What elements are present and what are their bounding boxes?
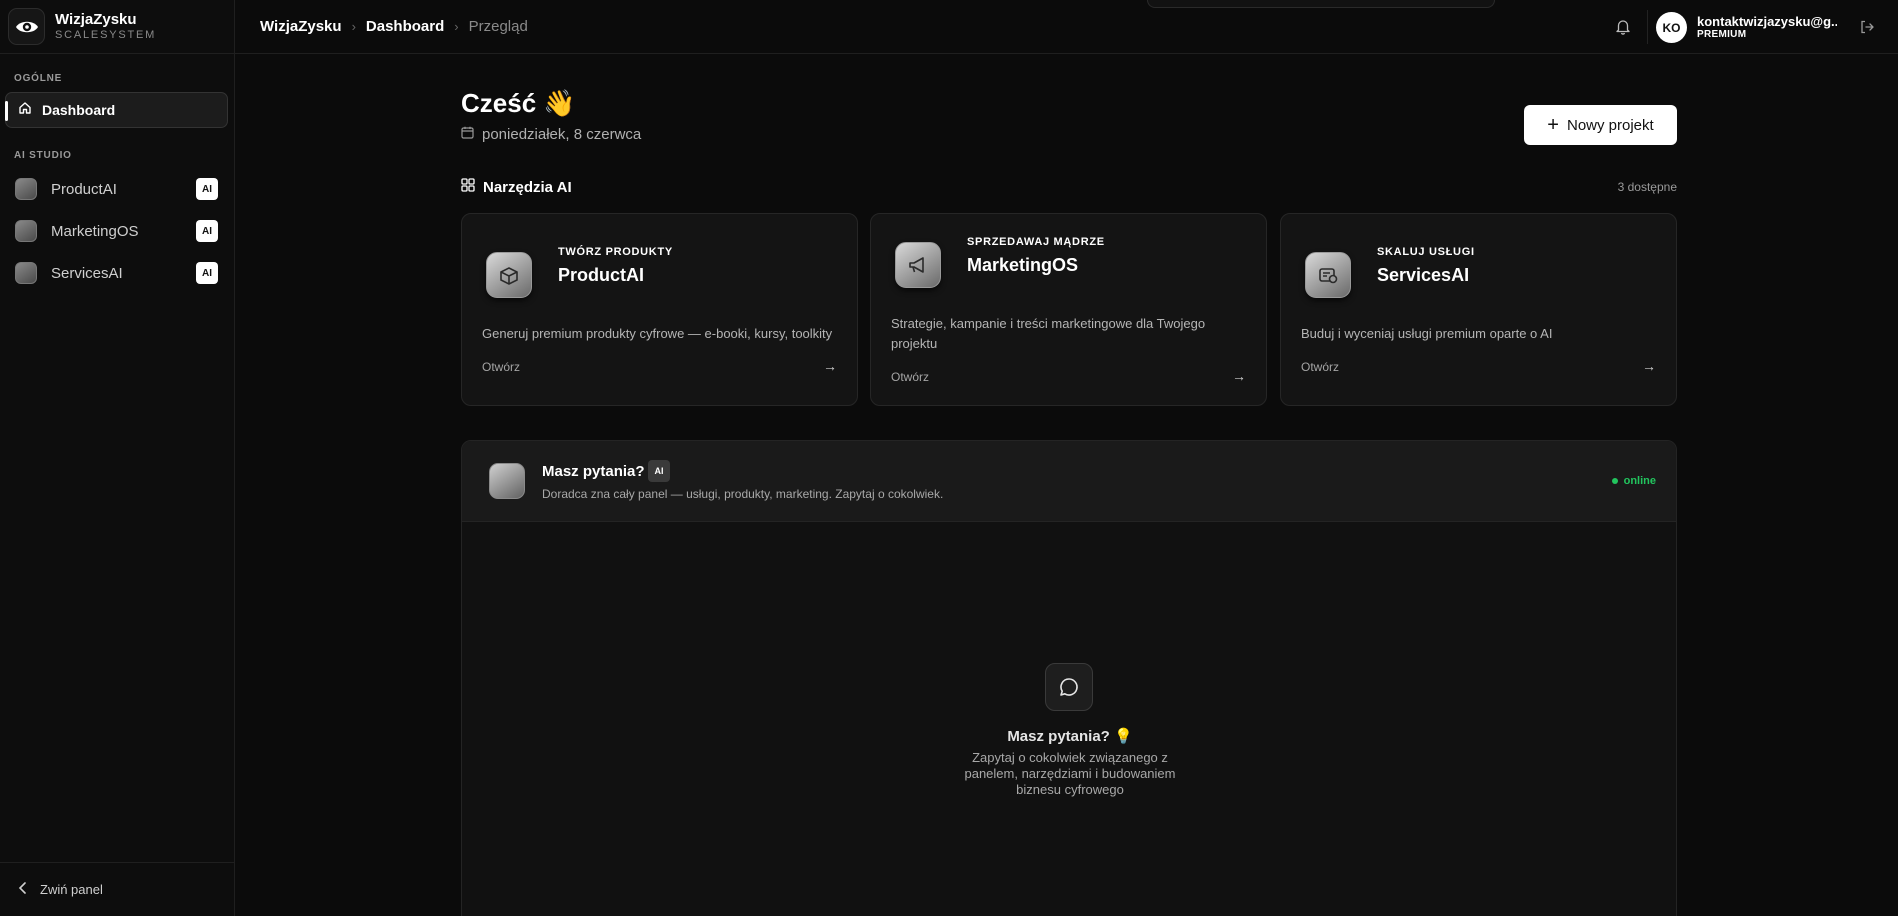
user-plan-badge: PREMIUM xyxy=(1697,29,1747,40)
divider xyxy=(1647,10,1648,44)
new-project-button[interactable]: + Nowy projekt xyxy=(1524,105,1677,145)
assistant-robot-icon xyxy=(489,463,525,499)
chat-header: Masz pytania? AI Doradca zna cały panel … xyxy=(462,441,1676,522)
grid-icon xyxy=(461,178,475,197)
card-open-link[interactable]: Otwórz xyxy=(1301,360,1339,374)
date-row: poniedziałek, 8 czerwca xyxy=(461,126,641,143)
breadcrumb-item-dashboard[interactable]: Dashboard xyxy=(366,18,444,35)
sidebar: WizjaZysku SCALESYSTEM OGÓLNE Dashboard … xyxy=(0,0,235,916)
sidebar-item-marketingos[interactable]: MarketingOS AI xyxy=(15,216,218,246)
product-box-icon xyxy=(486,252,532,298)
breadcrumb: WizjaZysku › Dashboard › Przegląd xyxy=(260,18,528,35)
bell-icon[interactable] xyxy=(1615,18,1631,40)
topbar: WizjaZysku › Dashboard › Przegląd KO kon… xyxy=(235,0,1898,54)
chat-subtitle: Doradca zna cały panel — usługi, produkt… xyxy=(542,487,944,501)
arrow-right-icon[interactable]: → xyxy=(823,358,837,374)
sidebar-item-label: Dashboard xyxy=(42,102,116,118)
current-date: poniedziałek, 8 czerwca xyxy=(482,126,642,143)
tool-card-servicesai[interactable]: SKALUJ USŁUGI ServicesAI Buduj i wycenia… xyxy=(1280,213,1677,406)
calendar-icon xyxy=(461,126,474,143)
tools-count: 3 dostępne xyxy=(1617,180,1677,194)
card-kicker: SKALUJ USŁUGI xyxy=(1377,246,1475,258)
assistant-chat-panel: Masz pytania? AI Doradca zna cały panel … xyxy=(461,440,1677,916)
sidebar-item-servicesai[interactable]: ServicesAI AI xyxy=(15,258,218,288)
empty-state-description: Zapytaj o cokolwiek związanego z panelem… xyxy=(964,750,1176,797)
page-title: Cześć 👋 xyxy=(461,88,576,118)
sidebar-item-label: ServicesAI xyxy=(51,264,123,282)
eye-logo-icon xyxy=(8,8,45,45)
breadcrumb-item-home[interactable]: WizjaZysku xyxy=(260,18,342,35)
tools-section-header: Narzędzia AI xyxy=(461,178,572,197)
tools-section-title: Narzędzia AI xyxy=(483,179,572,196)
chat-bubble-icon xyxy=(1045,663,1093,711)
sidebar-item-dashboard[interactable]: Dashboard xyxy=(5,92,228,128)
card-open-link[interactable]: Otwórz xyxy=(891,370,929,384)
ai-badge: AI xyxy=(648,460,670,482)
card-open-link[interactable]: Otwórz xyxy=(482,360,520,374)
brand-subtitle: SCALESYSTEM xyxy=(55,28,157,41)
chat-title: Masz pytania? xyxy=(542,463,645,480)
card-kicker: TWÓRZ PRODUKTY xyxy=(558,246,673,258)
chevron-right-icon: › xyxy=(351,19,356,34)
status-badge: online xyxy=(1611,475,1656,487)
sidebar-item-productai[interactable]: ProductAI AI xyxy=(15,174,218,204)
section-label-ai-studio: AI STUDIO xyxy=(14,150,72,161)
breadcrumb-item-current: Przegląd xyxy=(468,18,528,35)
search-popover-edge xyxy=(1147,0,1495,8)
ai-badge: AI xyxy=(196,178,218,200)
status-dot-icon xyxy=(1611,478,1618,484)
collapse-panel-button[interactable]: Zwiń panel xyxy=(0,862,235,916)
sidebar-item-label: MarketingOS xyxy=(51,222,139,240)
brand[interactable]: WizjaZysku SCALESYSTEM xyxy=(0,0,234,54)
plus-icon: + xyxy=(1547,114,1559,136)
ai-badge: AI xyxy=(196,262,218,284)
megaphone-icon xyxy=(895,242,941,288)
services-gear-icon xyxy=(1305,252,1351,298)
chevron-left-icon xyxy=(18,881,28,899)
card-description: Buduj i wyceniaj usługi premium oparte o… xyxy=(1301,326,1553,341)
megaphone-icon xyxy=(15,220,37,242)
sidebar-item-label: ProductAI xyxy=(51,180,117,198)
avatar[interactable]: KO xyxy=(1656,12,1687,43)
card-title: ServicesAI xyxy=(1377,265,1470,285)
collapse-panel-label: Zwiń panel xyxy=(40,882,103,897)
user-email: kontaktwizjazysku@g... xyxy=(1697,14,1837,29)
brand-name: WizjaZysku xyxy=(55,10,137,28)
logout-icon[interactable] xyxy=(1859,19,1875,40)
tool-card-productai[interactable]: TWÓRZ PRODUKTY ProductAI Generuj premium… xyxy=(461,213,858,406)
card-kicker: SPRZEDAWAJ MĄDRZE xyxy=(967,236,1105,248)
new-project-label: Nowy projekt xyxy=(1566,116,1654,134)
arrow-right-icon[interactable]: → xyxy=(1642,358,1656,374)
home-icon xyxy=(18,101,32,120)
ai-badge: AI xyxy=(196,220,218,242)
product-box-icon xyxy=(15,178,37,200)
chevron-right-icon: › xyxy=(454,19,459,34)
card-title: MarketingOS xyxy=(967,255,1079,275)
section-label-general: OGÓLNE xyxy=(14,73,63,84)
empty-state-title: Masz pytania? 💡 xyxy=(1007,728,1133,745)
card-description: Generuj premium produkty cyfrowe — e-boo… xyxy=(482,326,833,341)
arrow-right-icon[interactable]: → xyxy=(1232,368,1246,384)
tool-card-marketingos[interactable]: SPRZEDAWAJ MĄDRZE MarketingOS Strategie,… xyxy=(870,213,1267,406)
services-gear-icon xyxy=(15,262,37,284)
card-title: ProductAI xyxy=(558,265,645,285)
card-description: Strategie, kampanie i treści marketingow… xyxy=(891,316,1206,351)
status-label: online xyxy=(1623,475,1656,487)
